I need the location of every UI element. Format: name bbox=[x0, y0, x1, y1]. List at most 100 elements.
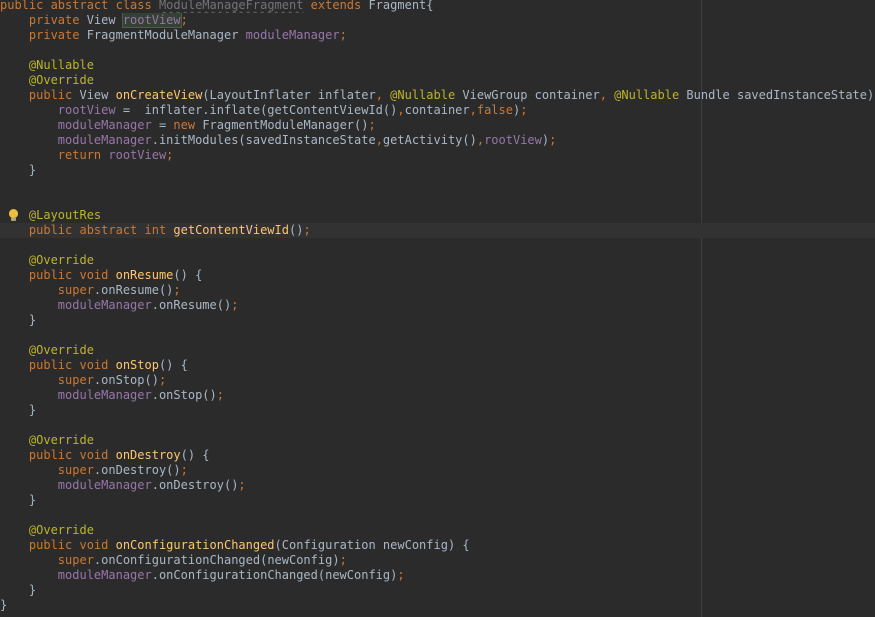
code-token: ; bbox=[180, 463, 188, 477]
code-token: .initModules(savedInstanceState bbox=[151, 133, 376, 147]
code-line[interactable]: moduleManager.onResume(); bbox=[0, 298, 875, 313]
code-token: () { bbox=[180, 448, 210, 462]
code-token: public void bbox=[0, 268, 116, 282]
code-token: private bbox=[0, 13, 87, 27]
code-token: onCreateView bbox=[115, 88, 203, 102]
code-line[interactable]: moduleManager.onConfigurationChanged(new… bbox=[0, 568, 875, 583]
code-token: , bbox=[375, 133, 383, 147]
code-line[interactable]: return rootView; bbox=[0, 148, 875, 163]
code-token: container bbox=[404, 103, 470, 117]
code-token: public bbox=[0, 88, 80, 102]
code-token: } bbox=[0, 493, 37, 507]
code-line[interactable]: @LayoutRes bbox=[0, 208, 875, 223]
code-token: moduleManager bbox=[57, 568, 152, 582]
code-line[interactable]: public void onStop() { bbox=[0, 358, 875, 373]
code-token: @Nullable bbox=[0, 58, 94, 72]
code-token: moduleManager bbox=[57, 133, 152, 147]
code-line[interactable]: super.onResume(); bbox=[0, 283, 875, 298]
code-token: ; bbox=[520, 103, 528, 117]
code-line[interactable]: @Override bbox=[0, 253, 875, 268]
code-line[interactable]: super.onConfigurationChanged(newConfig); bbox=[0, 553, 875, 568]
code-token: ; bbox=[549, 133, 557, 147]
code-line[interactable]: } bbox=[0, 163, 875, 178]
code-token: rootView bbox=[108, 148, 167, 162]
code-token: rootView bbox=[484, 133, 542, 147]
code-line[interactable] bbox=[0, 508, 875, 523]
code-token: () bbox=[288, 223, 304, 237]
code-token: View bbox=[86, 13, 123, 27]
code-line[interactable]: @Override bbox=[0, 343, 875, 358]
code-token: .onConfigurationChanged(newConfig) bbox=[93, 553, 340, 567]
code-token: moduleManager bbox=[57, 298, 152, 312]
code-token: extends bbox=[303, 0, 369, 12]
code-line[interactable]: public void onDestroy() { bbox=[0, 448, 875, 463]
code-line[interactable]: private FragmentModuleManager moduleMana… bbox=[0, 28, 875, 43]
code-line[interactable]: @Override bbox=[0, 73, 875, 88]
code-token: super bbox=[0, 283, 94, 297]
code-line[interactable] bbox=[0, 43, 875, 58]
code-line[interactable]: super.onStop(); bbox=[0, 373, 875, 388]
code-token: = bbox=[151, 118, 174, 132]
code-token: .onResume() bbox=[151, 298, 232, 312]
code-token: public void bbox=[0, 358, 116, 372]
code-token: @Override bbox=[0, 73, 94, 87]
code-token: ; bbox=[339, 553, 347, 567]
code-token: onResume bbox=[115, 268, 174, 282]
code-token: } bbox=[0, 403, 37, 417]
code-line[interactable]: } bbox=[0, 313, 875, 328]
code-line[interactable]: public void onConfigurationChanged(Confi… bbox=[0, 538, 875, 553]
code-line[interactable]: moduleManager.onDestroy(); bbox=[0, 478, 875, 493]
code-token: moduleManager bbox=[57, 388, 152, 402]
code-token: onConfigurationChanged bbox=[115, 538, 275, 552]
code-token: ModuleManageFragment bbox=[158, 0, 304, 12]
code-line[interactable] bbox=[0, 418, 875, 433]
code-line[interactable] bbox=[0, 193, 875, 208]
code-line[interactable]: moduleManager.initModules(savedInstanceS… bbox=[0, 133, 875, 148]
code-line[interactable]: moduleManager.onStop(); bbox=[0, 388, 875, 403]
code-area[interactable]: public abstract class ModuleManageFragme… bbox=[0, 0, 875, 613]
code-line[interactable]: @Override bbox=[0, 433, 875, 448]
code-token: moduleManager bbox=[57, 118, 152, 132]
lightbulb-icon[interactable] bbox=[9, 209, 18, 221]
code-token: .onStop() bbox=[93, 373, 159, 387]
code-line[interactable]: super.onDestroy(); bbox=[0, 463, 875, 478]
code-token: .onDestroy() bbox=[93, 463, 181, 477]
code-token: @Nullable bbox=[390, 88, 463, 102]
code-token: @Override bbox=[0, 433, 94, 447]
code-token: } bbox=[0, 163, 37, 177]
code-token: ; bbox=[397, 568, 405, 582]
code-token: ; bbox=[303, 223, 311, 237]
code-line[interactable]: } bbox=[0, 583, 875, 598]
code-line[interactable]: rootView = inflater.inflate(getContentVi… bbox=[0, 103, 875, 118]
code-token: ; bbox=[173, 283, 181, 297]
code-token: private bbox=[0, 28, 87, 42]
code-line[interactable]: } bbox=[0, 403, 875, 418]
code-line[interactable]: private View rootView; bbox=[0, 13, 875, 28]
code-token: public void bbox=[0, 448, 116, 462]
code-token: moduleManager bbox=[245, 28, 340, 42]
code-token: = inflater.inflate(getContentViewId() bbox=[115, 103, 398, 117]
code-line[interactable]: } bbox=[0, 598, 875, 613]
code-line[interactable]: public void onResume() { bbox=[0, 268, 875, 283]
code-line[interactable] bbox=[0, 178, 875, 193]
code-line[interactable]: public abstract class ModuleManageFragme… bbox=[0, 0, 875, 13]
code-line[interactable]: @Nullable bbox=[0, 58, 875, 73]
code-line[interactable] bbox=[0, 238, 875, 253]
code-token: ViewGroup container bbox=[462, 88, 600, 102]
code-line[interactable] bbox=[0, 328, 875, 343]
code-line[interactable]: public abstract int getContentViewId(); bbox=[0, 223, 875, 238]
code-token: () { bbox=[158, 358, 188, 372]
code-line[interactable]: moduleManager = new FragmentModuleManage… bbox=[0, 118, 875, 133]
code-token: Fragment{ bbox=[368, 0, 434, 12]
code-token: getContentViewId bbox=[173, 223, 289, 237]
code-editor[interactable]: public abstract class ModuleManageFragme… bbox=[0, 0, 875, 617]
code-token: ; bbox=[238, 478, 246, 492]
code-line[interactable]: } bbox=[0, 493, 875, 508]
code-token: @Override bbox=[0, 343, 94, 357]
code-line[interactable]: @Override bbox=[0, 523, 875, 538]
code-line[interactable]: public View onCreateView(LayoutInflater … bbox=[0, 88, 875, 103]
